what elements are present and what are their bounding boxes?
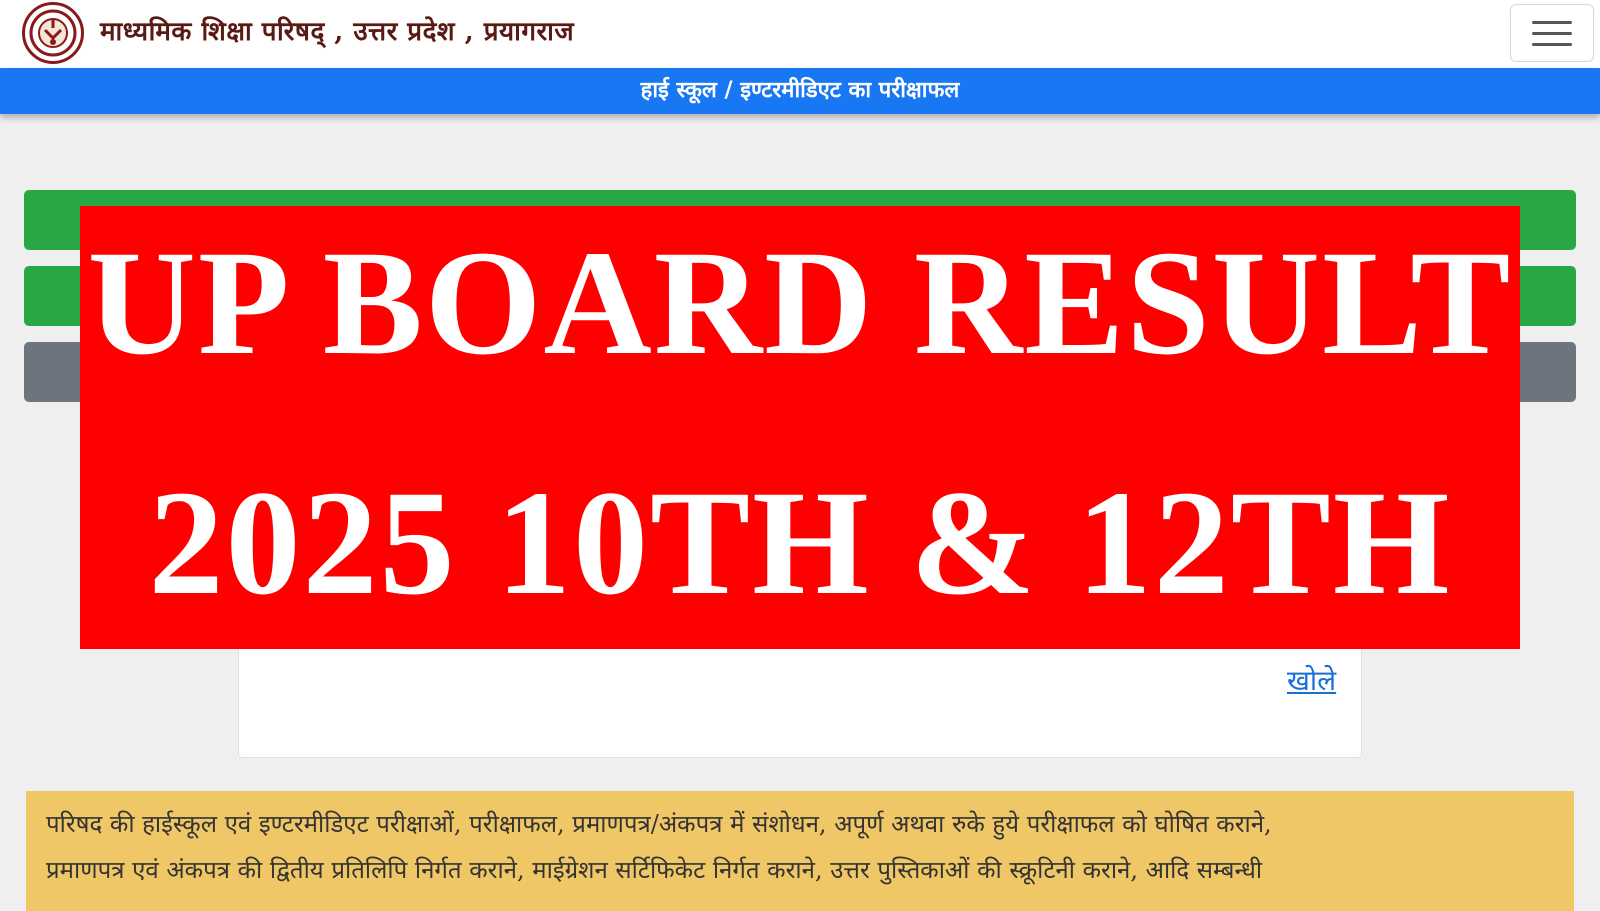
notice-line-2: प्रमाणपत्र एवं अंकपत्र की द्वितीय प्रतिल… <box>46 856 1263 884</box>
notice-line-1: परिषद की हाईस्कूल एवं इण्टरमीडिएट परीक्ष… <box>46 810 1272 838</box>
banner-headline: UP BOARD RESULT <box>87 220 1513 386</box>
notice-box: परिषद की हाईस्कूल एवं इण्टरमीडिएट परीक्ष… <box>26 791 1574 911</box>
banner-subheadline: 2025 10TH & 12TH <box>148 460 1452 626</box>
result-nav-bar[interactable]: हाई स्कूल / इण्टरमीडिएट का परीक्षाफल <box>0 68 1600 114</box>
site-header: माध्यमिक शिक्षा परिषद् , उत्तर प्रदेश , … <box>0 0 1600 68</box>
open-link[interactable]: खोले <box>1287 661 1336 699</box>
hamburger-menu-icon <box>1532 20 1572 24</box>
up-govt-emblem-icon[interactable] <box>22 2 84 64</box>
site-title[interactable]: माध्यमिक शिक्षा परिषद् , उत्तर प्रदेश , … <box>100 12 574 48</box>
hamburger-menu-button[interactable] <box>1510 4 1594 62</box>
promo-banner: UP BOARD RESULT 2025 10TH & 12TH <box>80 206 1520 649</box>
